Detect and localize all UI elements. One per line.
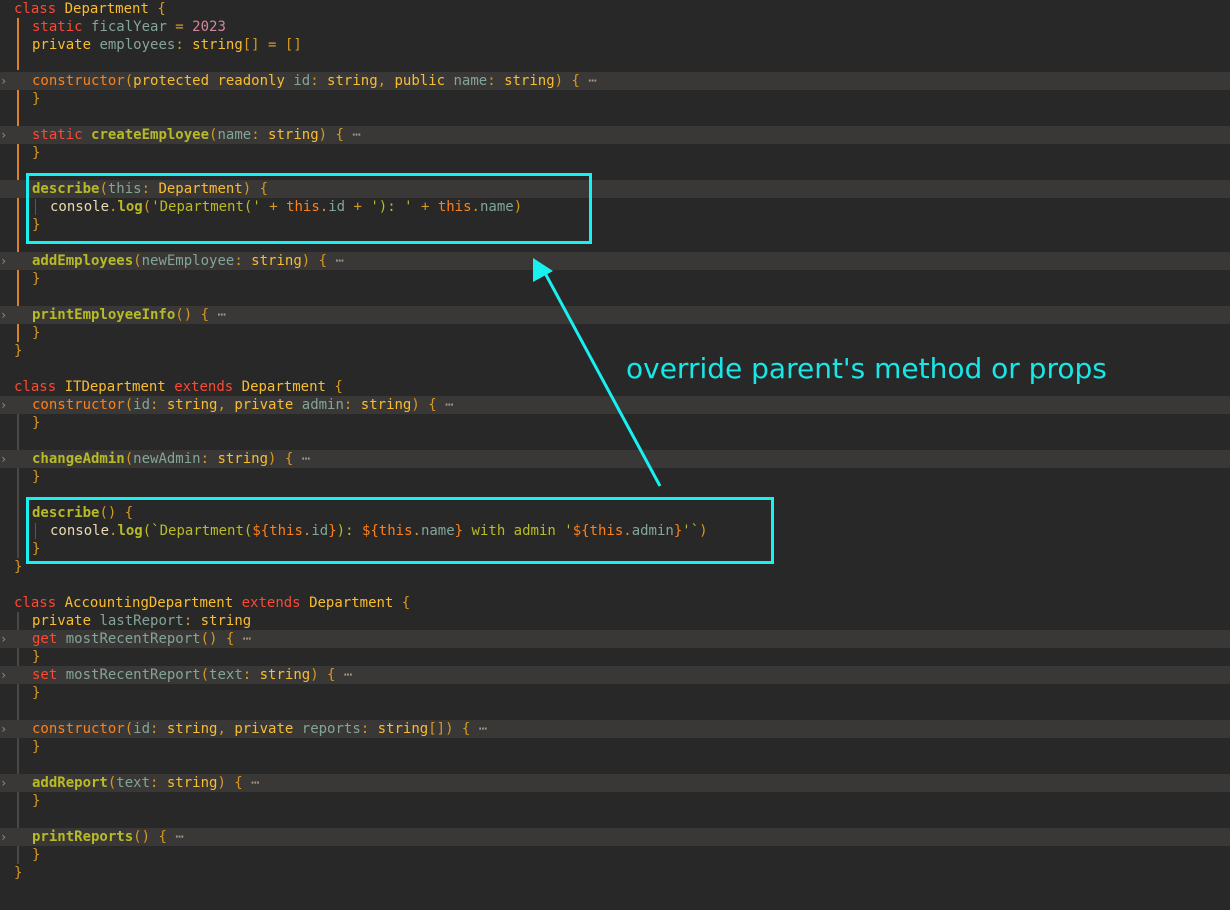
annotation-arrow — [533, 258, 662, 487]
annotation-text: override parent's method or props — [626, 352, 1107, 385]
code-editor[interactable]: class Department {static ficalYear = 202… — [0, 0, 1230, 910]
arrow-head — [533, 258, 553, 282]
